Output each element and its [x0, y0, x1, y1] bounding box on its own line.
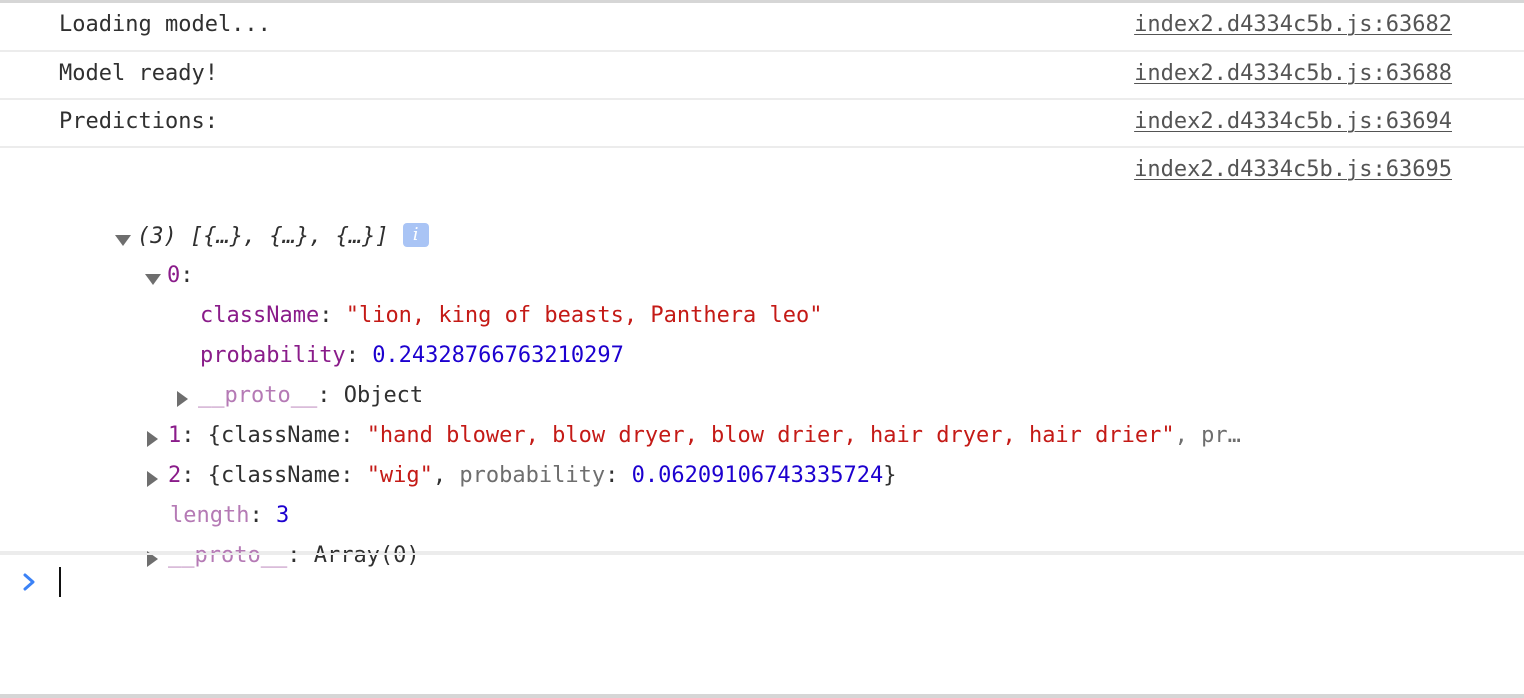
- console-object-row: index2.d4334c5b.js:63695 (3) [{…}, {…}, …: [0, 148, 1524, 568]
- info-icon[interactable]: i: [402, 223, 429, 247]
- source-link[interactable]: index2.d4334c5b.js:63695: [1134, 157, 1452, 182]
- property-value-number: 0.06209106743335724: [631, 463, 884, 488]
- array-summary-line[interactable]: (3) [{…}, {…}, {…}] i: [62, 192, 429, 249]
- console-bottom-border: [0, 694, 1524, 698]
- console-message-text: Loading model...: [59, 12, 271, 37]
- property-proto-array[interactable]: __proto__: Array(0): [94, 511, 420, 568]
- array-item-2[interactable]: 2: {className: "wig", probability: 0.062…: [94, 431, 897, 488]
- source-link[interactable]: index2.d4334c5b.js:63688: [1134, 61, 1452, 86]
- source-link[interactable]: index2.d4334c5b.js:63682: [1134, 12, 1452, 37]
- property-proto-object[interactable]: __proto__: Object: [124, 351, 423, 408]
- property-probability: probability: 0.24328766763210297: [199, 343, 624, 368]
- property-value-string: "wig": [366, 463, 433, 488]
- console-message-row: Loading model... index2.d4334c5b.js:6368…: [0, 3, 1524, 52]
- source-link[interactable]: index2.d4334c5b.js:63694: [1134, 109, 1452, 134]
- console-message-text: Predictions:: [59, 109, 218, 134]
- console-message-text: Model ready!: [59, 61, 218, 86]
- array-item-0-header[interactable]: 0:: [92, 231, 193, 288]
- text-caret: [59, 567, 61, 597]
- console-message-row: Model ready! index2.d4334c5b.js:63688: [0, 52, 1524, 100]
- property-classname: className: "lion, king of beasts, Panthe…: [199, 303, 823, 328]
- array-item-1[interactable]: 1: {className: "hand blower, blow dryer,…: [94, 391, 1241, 448]
- console-prompt[interactable]: [0, 553, 1524, 696]
- property-length: length: 3: [169, 503, 290, 528]
- console-message-row: Predictions: index2.d4334c5b.js:63694: [0, 100, 1524, 148]
- chevron-right-icon: [23, 573, 35, 591]
